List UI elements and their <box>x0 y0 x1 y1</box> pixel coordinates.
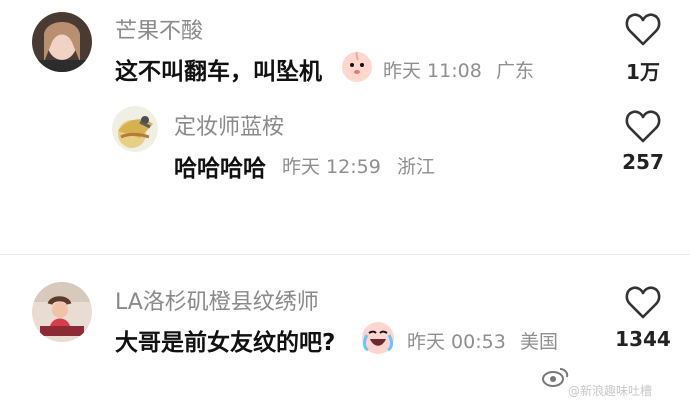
like-count: 1万 <box>626 60 660 84</box>
username[interactable]: 定妆师蓝桉 <box>174 109 284 141</box>
baby-face-emoji-icon <box>340 50 374 84</box>
heart-outline-icon[interactable] <box>624 108 662 144</box>
watermark: 吐槽星君 @新浪趣味吐槽 <box>540 360 690 398</box>
avatar[interactable] <box>32 282 92 342</box>
avatar[interactable] <box>32 12 92 72</box>
comment-time: 昨天 00:53 <box>407 331 506 353</box>
comment-location: 美国 <box>520 331 559 353</box>
comment-location: 浙江 <box>397 156 436 178</box>
avatar[interactable] <box>112 106 158 152</box>
comment-time: 昨天 12:59 <box>282 156 381 178</box>
comment-text: 哈哈哈哈 <box>174 156 266 182</box>
username[interactable]: LA洛杉矶橙县纹绣师 <box>115 284 319 316</box>
comment-time: 昨天 11:08 <box>383 60 482 82</box>
like-count: 1344 <box>615 327 671 351</box>
divider <box>0 254 690 255</box>
watermark-subtext: @新浪趣味吐槽 <box>568 384 653 398</box>
comment-location: 广东 <box>496 60 535 82</box>
heart-outline-icon[interactable] <box>624 11 662 47</box>
comment-text: 这不叫翻车，叫坠机 <box>115 59 322 85</box>
username[interactable]: 芒果不酸 <box>115 13 203 45</box>
crying-laugh-emoji-icon <box>360 320 396 356</box>
like-count: 257 <box>622 150 664 174</box>
heart-outline-icon[interactable] <box>624 284 662 320</box>
weibo-logo-icon <box>542 368 569 387</box>
comment-text: 大哥是前女友纹的吧? <box>115 330 336 356</box>
